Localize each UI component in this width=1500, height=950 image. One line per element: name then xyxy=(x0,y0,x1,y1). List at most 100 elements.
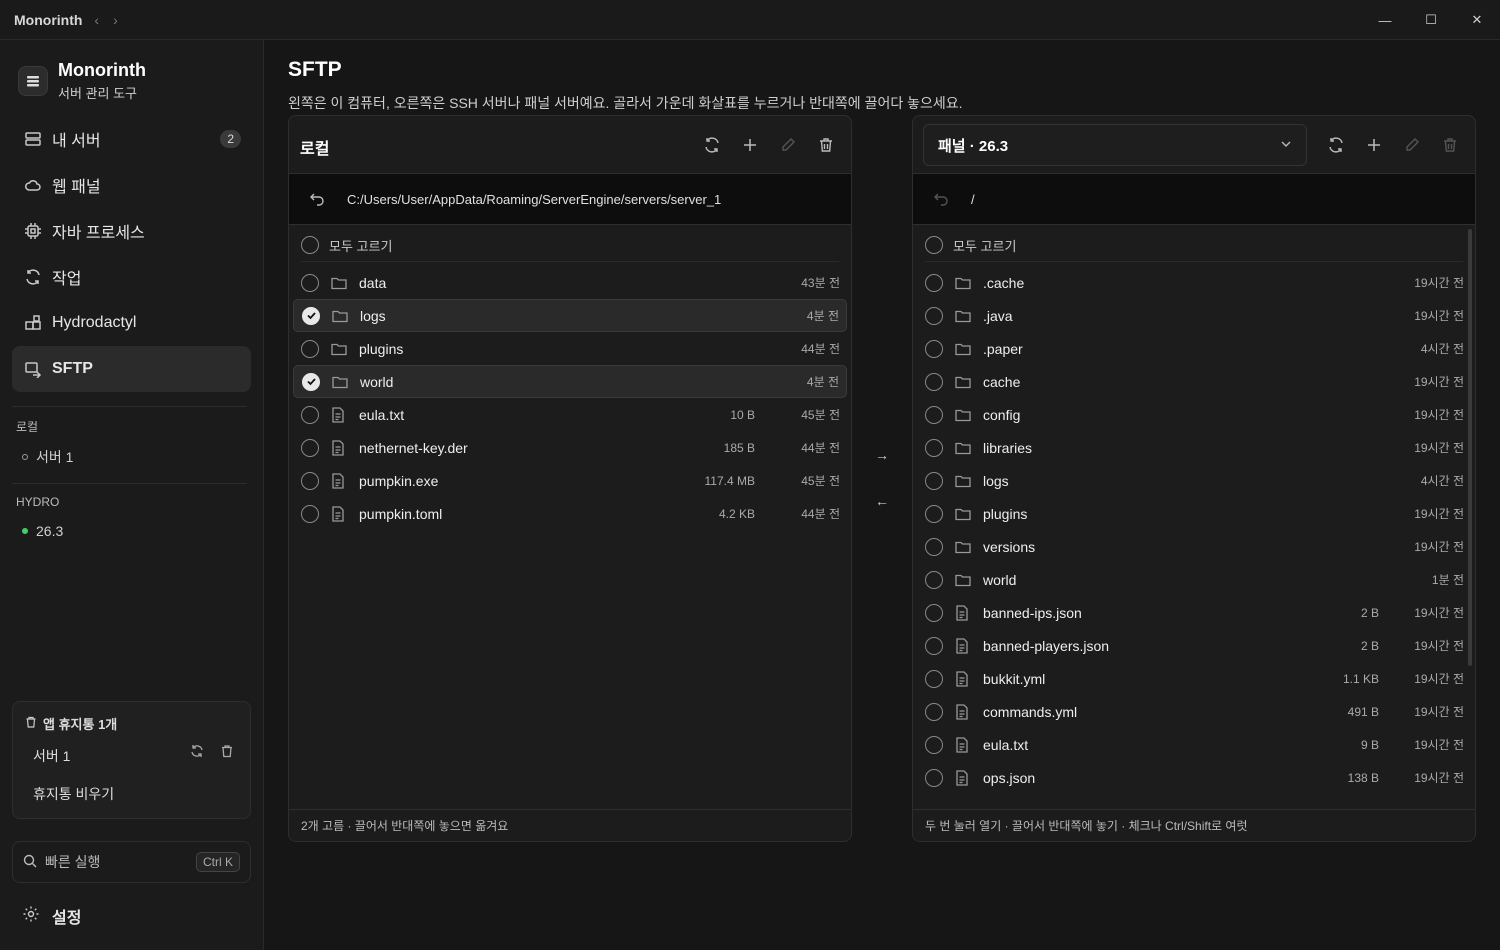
folder-row[interactable]: .paper 4시간 전 xyxy=(917,332,1471,365)
refresh-icon[interactable] xyxy=(1321,130,1351,160)
folder-row[interactable]: plugins 44분 전 xyxy=(293,332,847,365)
row-checkbox[interactable] xyxy=(925,504,943,523)
folder-icon xyxy=(332,309,348,323)
row-checkbox[interactable] xyxy=(301,405,319,424)
maximize-button[interactable]: ☐ xyxy=(1408,0,1454,40)
file-row[interactable]: banned-ips.json 2 B 19시간 전 xyxy=(917,596,1471,629)
pencil-icon[interactable] xyxy=(1397,130,1427,160)
go-up-icon[interactable] xyxy=(933,191,953,207)
file-row[interactable]: pumpkin.exe 117.4 MB 45분 전 xyxy=(293,464,847,497)
restore-icon[interactable] xyxy=(190,744,204,761)
folder-row[interactable]: .cache 19시간 전 xyxy=(917,266,1471,299)
pencil-icon[interactable] xyxy=(773,130,803,160)
sidebar-item-tasks[interactable]: 작업 xyxy=(12,254,251,300)
row-checkbox[interactable] xyxy=(301,273,319,292)
row-checkbox[interactable] xyxy=(925,768,943,787)
current-path[interactable]: / xyxy=(971,192,975,207)
select-all-checkbox[interactable] xyxy=(301,236,319,254)
row-checkbox[interactable] xyxy=(925,471,943,490)
file-icon xyxy=(331,439,347,456)
folder-row[interactable]: world 4분 전 xyxy=(293,365,847,398)
close-button[interactable]: ✕ xyxy=(1454,0,1500,40)
file-row[interactable]: eula.txt 10 B 45분 전 xyxy=(293,398,847,431)
row-checkbox[interactable] xyxy=(301,438,319,457)
folder-row[interactable]: logs 4시간 전 xyxy=(917,464,1471,497)
row-checkbox[interactable] xyxy=(302,372,320,391)
file-row[interactable]: nethernet-key.der 185 B 44분 전 xyxy=(293,431,847,464)
scrollbar[interactable] xyxy=(1468,229,1472,666)
row-checkbox[interactable] xyxy=(925,438,943,457)
server-select[interactable]: 패널 · 26.3 xyxy=(923,124,1307,166)
folder-row[interactable]: logs 4분 전 xyxy=(293,299,847,332)
folder-row[interactable]: cache 19시간 전 xyxy=(917,365,1471,398)
folder-row[interactable]: config 19시간 전 xyxy=(917,398,1471,431)
plus-icon[interactable] xyxy=(1359,130,1389,160)
row-checkbox[interactable] xyxy=(925,537,943,556)
row-checkbox[interactable] xyxy=(301,339,319,358)
file-row[interactable]: pumpkin.toml 4.2 KB 44분 전 xyxy=(293,497,847,530)
select-all-row[interactable]: 모두 고르기 xyxy=(925,229,1463,262)
row-checkbox[interactable] xyxy=(925,570,943,589)
refresh-icon[interactable] xyxy=(697,130,727,160)
file-name: commands.yml xyxy=(983,703,1078,720)
folder-row[interactable]: versions 19시간 전 xyxy=(917,530,1471,563)
hydro-server-entry[interactable]: 26.3 xyxy=(22,523,63,539)
file-row[interactable]: bukkit.yml 1.1 KB 19시간 전 xyxy=(917,662,1471,695)
trash-icon[interactable] xyxy=(1435,130,1465,160)
local-server-entry[interactable]: 서버 1 xyxy=(22,447,73,467)
app-name: Monorinth xyxy=(14,11,83,28)
folder-row[interactable]: data 43분 전 xyxy=(293,266,847,299)
sidebar-item-my-servers[interactable]: 내 서버 2 xyxy=(12,116,251,162)
forward-arrow-icon[interactable]: › xyxy=(113,12,118,28)
file-row[interactable]: banned-players.json 2 B 19시간 전 xyxy=(917,629,1471,662)
row-checkbox[interactable] xyxy=(925,372,943,391)
sidebar-item-java-process[interactable]: 자바 프로세스 xyxy=(12,208,251,254)
row-checkbox[interactable] xyxy=(925,735,943,754)
row-checkbox[interactable] xyxy=(925,636,943,655)
file-row[interactable]: eula.txt 9 B 19시간 전 xyxy=(917,728,1471,761)
panel-header: 패널 · 26.3 xyxy=(913,116,1475,174)
folder-icon xyxy=(955,309,971,323)
row-checkbox[interactable] xyxy=(925,405,943,424)
back-arrow-icon[interactable]: ‹ xyxy=(94,12,99,28)
current-path[interactable]: C:/Users/User/AppData/Roaming/ServerEngi… xyxy=(347,192,721,207)
quick-run-input[interactable]: 빠른 실행 Ctrl K xyxy=(12,841,251,883)
row-checkbox[interactable] xyxy=(301,504,319,523)
file-name: world xyxy=(360,373,394,390)
sidebar-item-web-panel[interactable]: 웹 패널 xyxy=(12,162,251,208)
path-bar: / xyxy=(913,174,1475,225)
row-checkbox[interactable] xyxy=(925,339,943,358)
row-checkbox[interactable] xyxy=(925,669,943,688)
select-all-checkbox[interactable] xyxy=(925,236,943,254)
trash-title: 앱 휴지통 1개 xyxy=(43,717,118,732)
minimize-button[interactable]: — xyxy=(1362,0,1408,40)
folder-row[interactable]: .java 19시간 전 xyxy=(917,299,1471,332)
row-checkbox[interactable] xyxy=(925,273,943,292)
empty-trash-button[interactable]: 휴지통 비우기 xyxy=(33,784,114,804)
folder-row[interactable]: libraries 19시간 전 xyxy=(917,431,1471,464)
row-checkbox[interactable] xyxy=(925,702,943,721)
trash-icon[interactable] xyxy=(811,130,841,160)
sidebar-item-hydrodactyl[interactable]: Hydrodactyl xyxy=(12,300,251,346)
row-checkbox[interactable] xyxy=(301,471,319,490)
file-name: ops.json xyxy=(983,769,1036,786)
server-select-value: 패널 · 26.3 xyxy=(938,137,1009,155)
row-checkbox[interactable] xyxy=(302,306,320,325)
hydro-section-label: HYDRO xyxy=(16,495,60,509)
delete-icon[interactable] xyxy=(220,744,234,761)
select-all-row[interactable]: 모두 고르기 xyxy=(301,229,839,262)
transfer-right-arrow-icon[interactable]: → xyxy=(870,443,894,467)
folder-row[interactable]: world 1분 전 xyxy=(917,563,1471,596)
row-checkbox[interactable] xyxy=(925,603,943,622)
settings-button[interactable]: 설정 xyxy=(22,904,81,928)
modified-time: 1분 전 xyxy=(1431,573,1464,587)
folder-row[interactable]: plugins 19시간 전 xyxy=(917,497,1471,530)
row-checkbox[interactable] xyxy=(925,306,943,325)
go-up-icon[interactable] xyxy=(309,191,329,207)
file-row[interactable]: ops.json 138 B 19시간 전 xyxy=(917,761,1471,794)
sidebar-item-sftp[interactable]: SFTP xyxy=(12,346,251,392)
file-row[interactable]: commands.yml 491 B 19시간 전 xyxy=(917,695,1471,728)
trash-header: 앱 휴지통 1개 xyxy=(25,714,117,733)
transfer-left-arrow-icon[interactable]: ← xyxy=(870,489,894,513)
plus-icon[interactable] xyxy=(735,130,765,160)
